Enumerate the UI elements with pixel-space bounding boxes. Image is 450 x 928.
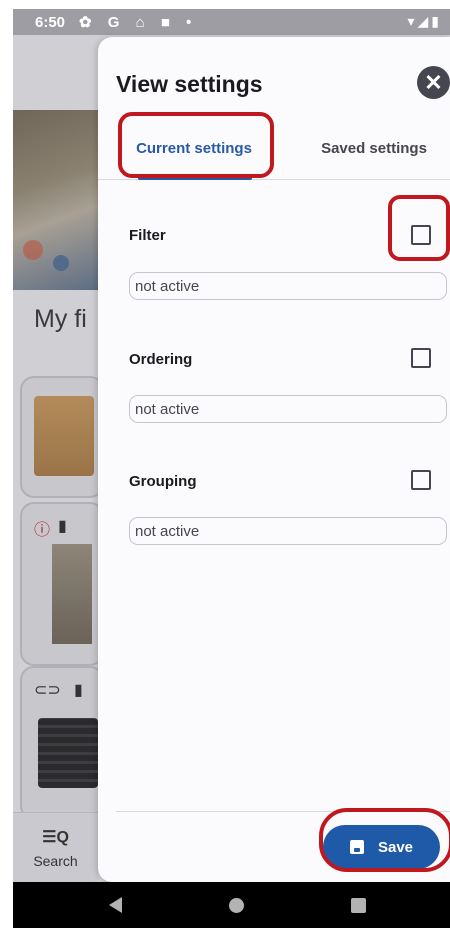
system-nav-bar: [13, 882, 450, 928]
filter-value-field[interactable]: not active: [129, 272, 447, 300]
tab-saved-settings[interactable]: Saved settings: [298, 117, 450, 179]
save-icon: [349, 840, 364, 854]
active-tab-indicator: [138, 177, 252, 180]
tab-saved-settings-label: Saved settings: [321, 139, 427, 157]
close-button[interactable]: ✕: [417, 66, 450, 99]
save-button[interactable]: Save: [323, 825, 440, 869]
grouping-label: Grouping: [129, 473, 197, 490]
phone-screen: 6:50 ✿ G ⌂ ■ • ▾◢▮ My fi ⓘ ▮ ⊂⊃ ▮ ☰Q Sea…: [13, 9, 450, 928]
back-icon[interactable]: [109, 897, 122, 913]
tab-current-settings[interactable]: Current settings: [116, 117, 272, 179]
status-notification-icons: ✿ G ⌂ ■ •: [79, 14, 198, 31]
filter-checkbox[interactable]: [411, 225, 431, 245]
bottom-nav-search-label: Search: [33, 853, 78, 869]
ordering-label: Ordering: [129, 351, 193, 368]
home-icon[interactable]: [229, 898, 244, 913]
background-page-title: My fi: [34, 305, 87, 333]
status-bar: 6:50 ✿ G ⌂ ■ • ▾◢▮: [13, 9, 450, 35]
recent-apps-icon[interactable]: [351, 898, 366, 913]
settings-tabs: Current settings Saved settings: [98, 117, 450, 180]
box-image: [34, 396, 94, 476]
status-time: 6:50: [35, 13, 66, 31]
bookmark-icon: ▮: [74, 682, 83, 699]
footer-divider: [116, 811, 450, 812]
item-image: [52, 544, 92, 644]
background-list-item: [20, 376, 104, 498]
grouping-checkbox[interactable]: [411, 470, 431, 490]
bottom-nav-search: ☰Q Search: [13, 812, 98, 885]
link-icon: ⊂⊃: [34, 682, 61, 699]
save-button-label: Save: [377, 838, 414, 856]
ordering-checkbox[interactable]: [411, 348, 431, 368]
status-system-icons: ▾◢▮: [407, 13, 442, 29]
sheet-title: View settings: [116, 71, 263, 97]
keyboard-image: [38, 718, 98, 788]
ordering-value-field[interactable]: not active: [129, 395, 447, 423]
background-list-item: ⓘ ▮: [20, 502, 104, 666]
view-settings-sheet: View settings ✕ Current settings Saved s…: [98, 37, 450, 882]
alert-icon: ⓘ: [34, 522, 51, 539]
tab-current-settings-label: Current settings: [136, 139, 252, 157]
search-list-icon: ☰Q: [42, 829, 69, 846]
background-list-item: ⊂⊃ ▮: [20, 666, 104, 820]
filter-label: Filter: [129, 227, 166, 244]
close-icon: ✕: [424, 70, 443, 95]
background-header-image: [13, 110, 98, 290]
grouping-value-field[interactable]: not active: [129, 517, 447, 545]
bookmark-icon: ▮: [58, 518, 67, 535]
